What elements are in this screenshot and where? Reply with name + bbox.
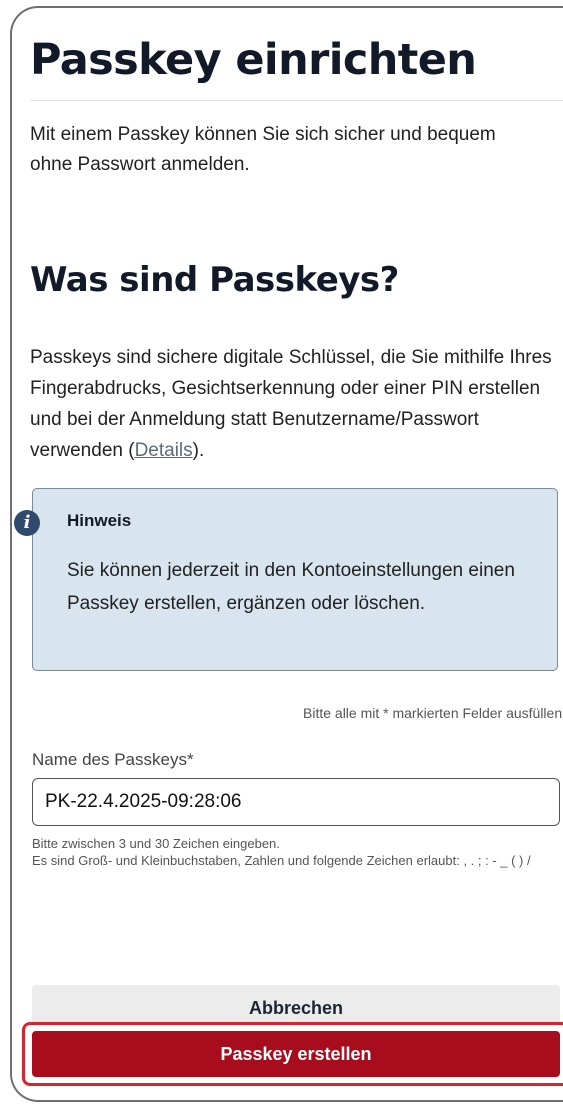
passkey-description: Passkeys sind sichere digitale Schlüssel… (30, 342, 563, 466)
section-title: Was sind Passkeys? (30, 260, 399, 300)
passkey-name-label: Name des Passkeys* (32, 750, 194, 769)
page-title: Passkey einrichten (30, 35, 477, 85)
hint-text: Sie können jederzeit in den Kontoeinstel… (67, 560, 515, 614)
description-text: Passkeys sind sichere digitale Schlüssel… (30, 347, 552, 461)
description-text-end: ). (192, 440, 205, 461)
info-icon: i (14, 510, 40, 536)
title-divider (30, 100, 563, 101)
phone-frame: Passkey einrichten Mit einem Passkey kön… (10, 6, 563, 1102)
helper-line-2: Es sind Groß- und Kleinbuchstaben, Zahle… (32, 853, 531, 868)
create-passkey-button[interactable]: Passkey erstellen (32, 1031, 560, 1077)
hint-title: Hinweis (67, 511, 132, 530)
passkey-name-input[interactable] (32, 778, 560, 826)
intro-text: Mit einem Passkey können Sie sich sicher… (30, 124, 496, 175)
input-helper-text: Bitte zwischen 3 und 30 Zeichen eingeben… (32, 835, 552, 869)
details-link[interactable]: Details (135, 440, 193, 461)
required-fields-note: Bitte alle mit * markierten Felder ausfü… (303, 705, 563, 721)
helper-line-1: Bitte zwischen 3 und 30 Zeichen eingeben… (32, 836, 280, 851)
